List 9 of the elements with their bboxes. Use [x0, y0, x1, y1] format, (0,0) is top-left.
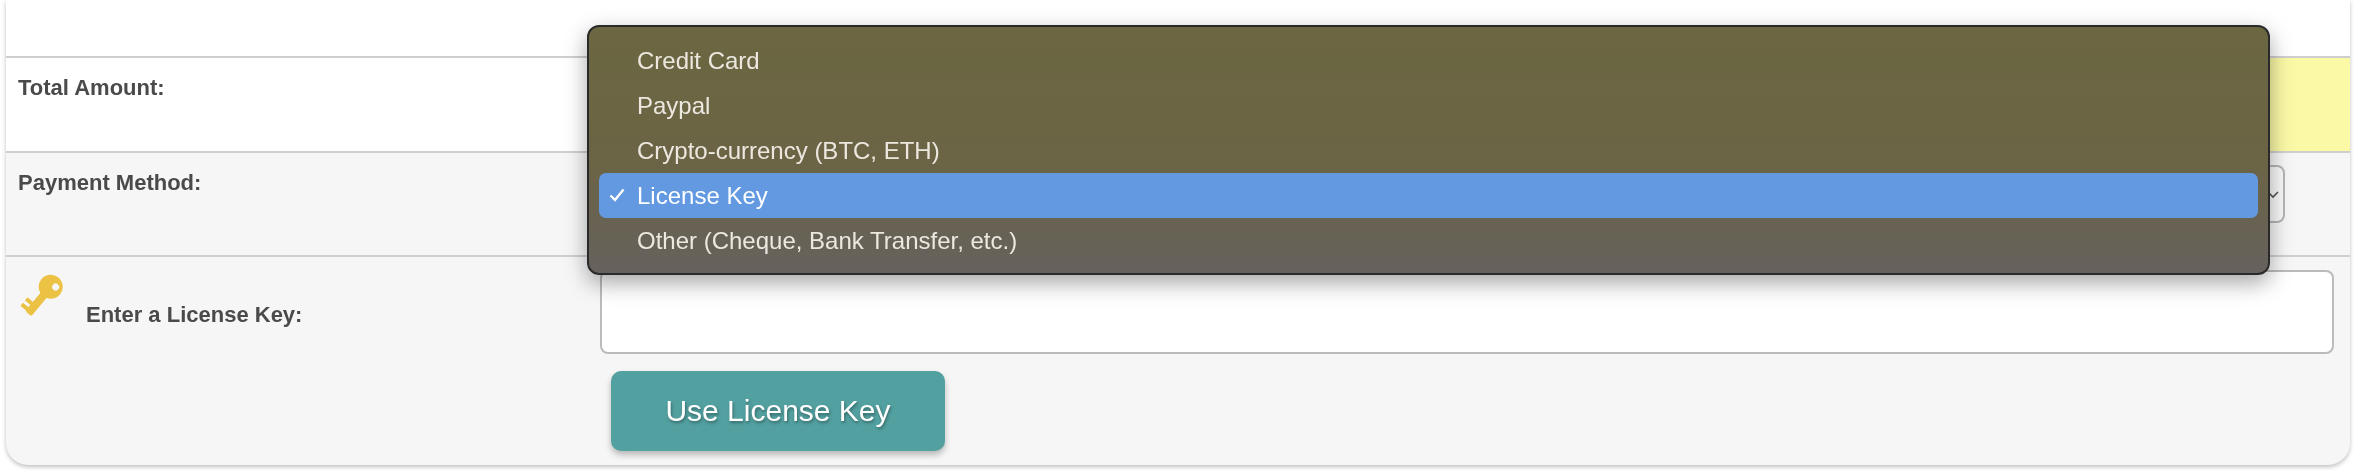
- menu-item[interactable]: Crypto-currency (BTC, ETH): [599, 128, 2258, 173]
- use-license-key-button[interactable]: Use License Key: [611, 371, 945, 451]
- menu-item[interactable]: License Key: [599, 173, 2258, 218]
- menu-item[interactable]: Paypal: [599, 83, 2258, 128]
- field-label: Payment Method:: [18, 169, 202, 197]
- field-label: Enter a License Key:: [86, 301, 303, 329]
- field-label: Total Amount:: [18, 74, 165, 102]
- menu-item[interactable]: Credit Card: [599, 38, 2258, 83]
- menu-item[interactable]: Other (Cheque, Bank Transfer, etc.): [599, 218, 2258, 263]
